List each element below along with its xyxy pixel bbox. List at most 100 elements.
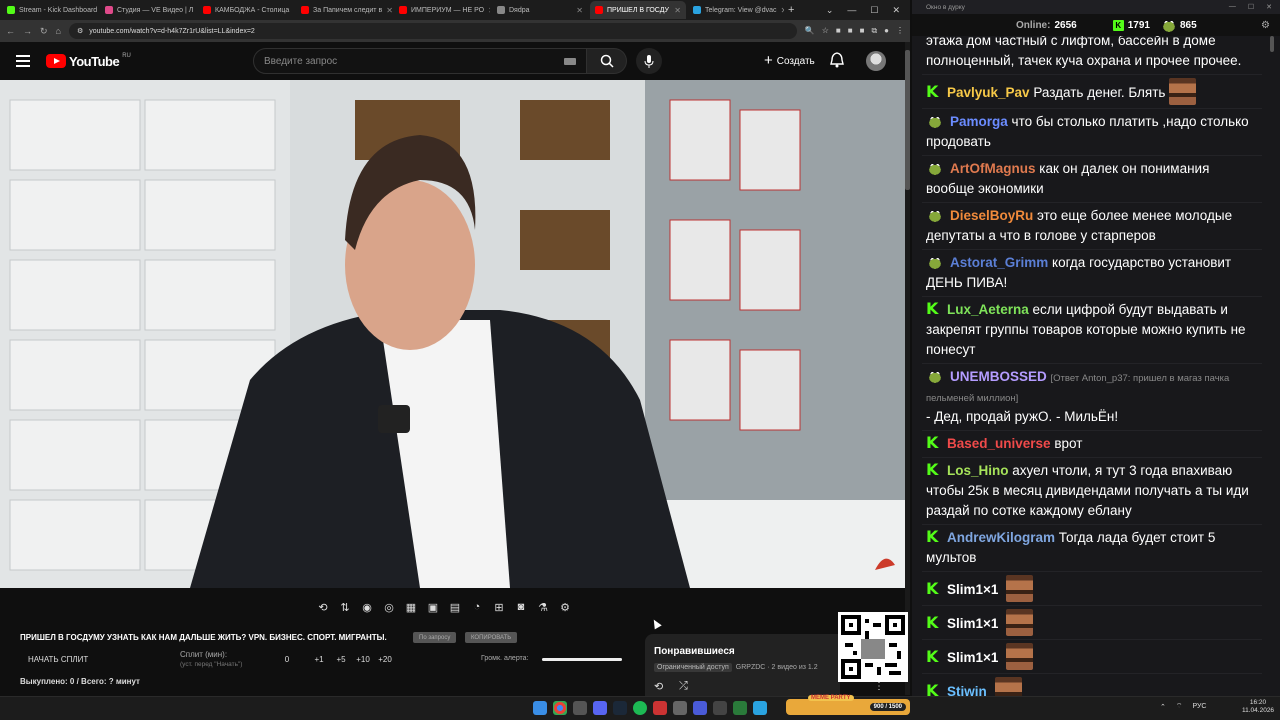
network-icon[interactable]: ⌔ — [1176, 702, 1183, 711]
loop-icon[interactable]: ⟲ — [316, 600, 330, 614]
profile-icon[interactable]: ● — [884, 26, 889, 36]
shuffle-icon[interactable]: ⤮ — [679, 680, 688, 693]
url-field[interactable]: ⚙ youtube.com/watch?v=d-h4k7Zr1rU&list=L… — [68, 23, 797, 39]
telegram-icon[interactable] — [753, 701, 767, 715]
liked-playlist-panel[interactable]: Понравившиеся Ограниченный доступ GRPZDC … — [645, 634, 840, 696]
app-icon[interactable] — [693, 701, 707, 715]
extension-icon[interactable]: ■ — [860, 26, 865, 36]
browser-tab[interactable]: За Папичем следит в ✕ — [296, 1, 392, 19]
split-option[interactable]: +5 — [330, 655, 352, 664]
discord-icon[interactable] — [593, 701, 607, 715]
back-icon[interactable]: ← — [6, 26, 15, 36]
new-tab-button[interactable]: + — [788, 4, 794, 16]
spotify-icon[interactable] — [633, 701, 647, 715]
chat-settings-icon[interactable]: ⚙ — [1261, 20, 1270, 31]
chat-username[interactable]: ArtOfMagnus — [950, 161, 1036, 176]
search-taskbar-icon[interactable] — [573, 701, 587, 715]
screenshot-icon[interactable]: ◙ — [514, 600, 528, 614]
chat-username[interactable]: Astorat_Grimm — [950, 255, 1048, 270]
notifications-button[interactable] — [830, 52, 844, 73]
chat-username[interactable]: Pavlyuk_Pav — [947, 85, 1030, 100]
more-options-icon[interactable]: ⋮ — [874, 681, 884, 692]
close-icon[interactable]: ✕ — [1266, 3, 1272, 11]
keyboard-icon[interactable] — [564, 57, 576, 65]
copy-pill[interactable]: КОПИРОВАТЬ — [465, 632, 518, 643]
home-icon[interactable]: ⌂ — [56, 26, 61, 36]
settings-gear-icon[interactable]: ⚙ — [558, 600, 572, 614]
alert-volume-slider[interactable] — [542, 658, 622, 661]
reload-icon[interactable]: ↻ — [40, 26, 48, 37]
split-option[interactable]: +1 — [308, 655, 330, 664]
menu-dots-icon[interactable]: ⋮ — [896, 26, 904, 36]
browser-tab[interactable]: ИМПЕРИУМ — НЕ РО✕ — [394, 1, 490, 19]
page-scrollbar-thumb[interactable] — [905, 50, 910, 190]
app-icon[interactable] — [733, 701, 747, 715]
menu-icon[interactable] — [16, 55, 30, 67]
tab-close-icon[interactable]: ✕ — [781, 6, 784, 15]
voice-search-button[interactable] — [636, 48, 662, 74]
chat-username[interactable]: AndrewKilogram — [947, 530, 1055, 545]
chat-username[interactable]: Stiwin — [947, 684, 987, 696]
tab-close-icon[interactable]: ✕ — [488, 6, 490, 15]
avatar[interactable] — [866, 51, 886, 71]
chat-username[interactable]: DieselBoyRu — [950, 208, 1033, 223]
split-option[interactable]: 0 — [276, 655, 298, 664]
tab-close-icon[interactable]: ✕ — [576, 6, 583, 15]
chat-username[interactable]: Slim1×1 — [947, 650, 998, 665]
chat-username[interactable]: Slim1×1 — [947, 582, 998, 597]
create-button[interactable]: + Создать — [754, 50, 825, 72]
browser-tab[interactable]: ПРИШЕЛ В ГОСДУ ✕ — [590, 1, 686, 19]
loop-playlist-icon[interactable]: ⟲ — [654, 680, 663, 693]
picture-in-picture-icon[interactable]: ▣ — [426, 600, 440, 614]
split-option[interactable]: +10 — [352, 655, 374, 664]
add-icon[interactable]: ⊞ — [492, 600, 506, 614]
extension-icon[interactable]: ■ — [836, 26, 841, 36]
start-split-button[interactable]: НАЧАТЬ СПЛИТ — [28, 655, 88, 664]
tab-close-icon[interactable]: ✕ — [293, 6, 294, 15]
browser-tab[interactable]: Студия — VE Видео | Л✕ — [100, 1, 196, 19]
flask-icon[interactable]: ⚗ — [536, 600, 550, 614]
language-indicator[interactable]: РУС — [1192, 703, 1206, 710]
chat-scrollbar-thumb[interactable] — [1270, 36, 1274, 52]
request-pill[interactable]: По запросу — [413, 632, 457, 643]
speed-icon[interactable]: ◔ — [470, 600, 484, 614]
minimize-icon[interactable]: — — [1229, 3, 1236, 11]
chrome-icon[interactable] — [553, 701, 567, 715]
eye-icon[interactable]: ◎ — [382, 600, 396, 614]
chat-username[interactable]: Lux_Aeterna — [947, 302, 1029, 317]
extension-icon[interactable]: ■ — [848, 26, 853, 36]
chat-username[interactable]: Los_Hino — [947, 463, 1009, 478]
bookmark-star-icon[interactable]: ☆ — [822, 26, 829, 36]
clock[interactable]: 16:20 11.04.2026 — [1242, 699, 1274, 715]
meme-party-widget[interactable]: MEME PARTY 900 / 1500 — [786, 695, 910, 715]
maximize-icon[interactable]: ☐ — [1248, 3, 1254, 11]
browser-tab[interactable]: КАМБОДЖА - Столица✕ — [198, 1, 294, 19]
zoom-icon[interactable]: 🔍 — [805, 26, 815, 36]
forward-icon[interactable]: → — [23, 26, 32, 36]
close-icon[interactable]: ✕ — [892, 5, 900, 16]
search-button[interactable] — [587, 48, 627, 74]
tray-chevron-icon[interactable]: ⌃ — [1160, 703, 1166, 711]
browser-tab[interactable]: Telegram: View @dvac ✕ — [688, 1, 784, 19]
tab-close-icon[interactable]: ✕ — [674, 6, 681, 15]
search-input[interactable]: Введите запрос — [253, 48, 587, 74]
tab-search-icon[interactable]: ⌄ — [826, 5, 834, 16]
start-menu-icon[interactable] — [533, 701, 547, 715]
chat-username[interactable]: Based_universe — [947, 436, 1051, 451]
puzzle-icon[interactable]: ⧉ — [871, 26, 877, 36]
chat-username[interactable]: UNEMBOSSED — [950, 369, 1047, 384]
browser-tab[interactable]: Dяdра ✕ — [492, 1, 588, 19]
film-icon[interactable]: ▦ — [404, 600, 418, 614]
steam-icon[interactable] — [613, 701, 627, 715]
video-player[interactable] — [0, 80, 905, 588]
chat-username[interactable]: Pamorga — [950, 114, 1008, 129]
chat-scrollbar[interactable] — [1270, 36, 1274, 686]
obs-icon[interactable] — [653, 701, 667, 715]
youtube-logo[interactable]: YouTube RU — [46, 53, 131, 69]
minimize-icon[interactable]: — — [847, 5, 856, 16]
app-icon[interactable] — [673, 701, 687, 715]
tab-close-icon[interactable]: ✕ — [386, 6, 392, 15]
page-scrollbar[interactable] — [905, 42, 910, 695]
site-info-icon[interactable]: ⚙ — [77, 27, 83, 35]
chat-username[interactable]: Slim1×1 — [947, 616, 998, 631]
